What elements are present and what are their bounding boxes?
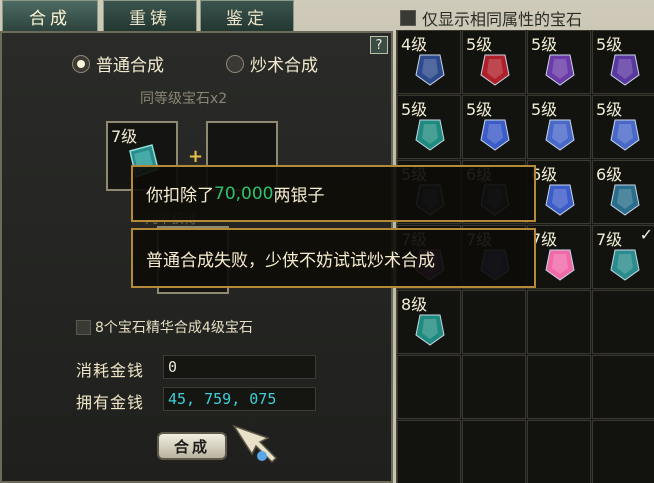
- gem-icon: [480, 119, 510, 151]
- cost-value: 0: [163, 355, 316, 379]
- gem-cell[interactable]: 6级: [592, 160, 654, 224]
- gem-cell[interactable]: 5级: [592, 95, 654, 159]
- gem-icon: [545, 184, 575, 216]
- gem-cell[interactable]: 5级: [527, 30, 591, 94]
- gem-cell[interactable]: 5级: [462, 30, 526, 94]
- cost-label: 消耗金钱: [76, 361, 145, 380]
- gem-cell[interactable]: [527, 290, 591, 354]
- subtitle: 同等级宝石x2: [140, 91, 228, 107]
- help-button[interactable]: ?: [370, 36, 388, 54]
- gem-cell[interactable]: 7级 ✓: [592, 225, 654, 289]
- gem-cell[interactable]: [527, 420, 591, 483]
- gem-icon: [545, 54, 575, 86]
- gem-cell[interactable]: [527, 355, 591, 419]
- gem-cell[interactable]: 4级: [397, 30, 461, 94]
- mode-magic-label: 炒术合成: [250, 56, 318, 76]
- combine-button[interactable]: 合成: [157, 432, 227, 460]
- radio-selected-icon[interactable]: [72, 54, 90, 73]
- gem-cell[interactable]: 6级: [527, 160, 591, 224]
- message-amount: 70,000: [214, 183, 274, 204]
- essence-combine-option[interactable]: 8个宝石精华合成4级宝石: [76, 317, 253, 337]
- gem-icon: [415, 314, 445, 346]
- gem-cell[interactable]: [397, 355, 461, 419]
- gem-icon: [610, 54, 640, 86]
- gem-cell[interactable]: 5级: [462, 95, 526, 159]
- message-deduction: 你扣除了 70,000 两银子: [131, 165, 536, 222]
- gem-icon: [415, 119, 445, 151]
- gem-cell[interactable]: [592, 355, 654, 419]
- gem-cell[interactable]: [462, 420, 526, 483]
- gem-icon: [610, 119, 640, 151]
- mode-magic[interactable]: 炒术合成: [226, 51, 318, 76]
- owned-label: 拥有金钱: [76, 393, 145, 412]
- plus-icon: +: [188, 146, 204, 167]
- tab-identify[interactable]: 鉴定: [200, 0, 294, 32]
- mode-normal-label: 普通合成: [96, 56, 164, 76]
- mode-normal[interactable]: 普通合成: [72, 51, 164, 76]
- filter-checkbox[interactable]: [400, 10, 416, 26]
- radio-unselected-icon[interactable]: [226, 54, 244, 73]
- gem-cell[interactable]: 8级: [397, 290, 461, 354]
- gem-icon: [415, 54, 445, 86]
- message-failure-text: 普通合成失败，少侠不妨试试炒术合成: [146, 250, 435, 271]
- gem-cell[interactable]: [462, 290, 526, 354]
- gem-cell[interactable]: 5级: [397, 95, 461, 159]
- same-attribute-filter[interactable]: 仅显示相同属性的宝石: [400, 6, 582, 30]
- gem-cell[interactable]: [397, 420, 461, 483]
- filter-label: 仅显示相同属性的宝石: [422, 10, 583, 29]
- gem-cell[interactable]: 5级: [592, 30, 654, 94]
- check-icon: ✓: [639, 225, 653, 244]
- message-prefix: 你扣除了: [146, 186, 214, 206]
- cursor-icon: [232, 424, 278, 464]
- message-failure: 普通合成失败，少侠不妨试试炒术合成: [131, 228, 536, 288]
- gem-icon: [610, 249, 640, 281]
- gem-cell[interactable]: 7级: [527, 225, 591, 289]
- gem-cell[interactable]: [462, 355, 526, 419]
- tab-recast[interactable]: 重铸: [103, 0, 197, 32]
- essence-label: 8个宝石精华合成4级宝石: [95, 320, 253, 336]
- message-suffix: 两银子: [273, 186, 325, 206]
- gem-icon: [545, 119, 575, 151]
- gem-cell[interactable]: [592, 420, 654, 483]
- owned-value: 45, 759, 075: [163, 387, 316, 411]
- tab-combine[interactable]: 合成: [2, 0, 98, 32]
- gem-cell[interactable]: 5级: [527, 95, 591, 159]
- gem-icon: [480, 54, 510, 86]
- gem-icon: [610, 184, 640, 216]
- gem-icon: [545, 249, 575, 281]
- gem-cell[interactable]: [592, 290, 654, 354]
- essence-checkbox[interactable]: [76, 319, 91, 335]
